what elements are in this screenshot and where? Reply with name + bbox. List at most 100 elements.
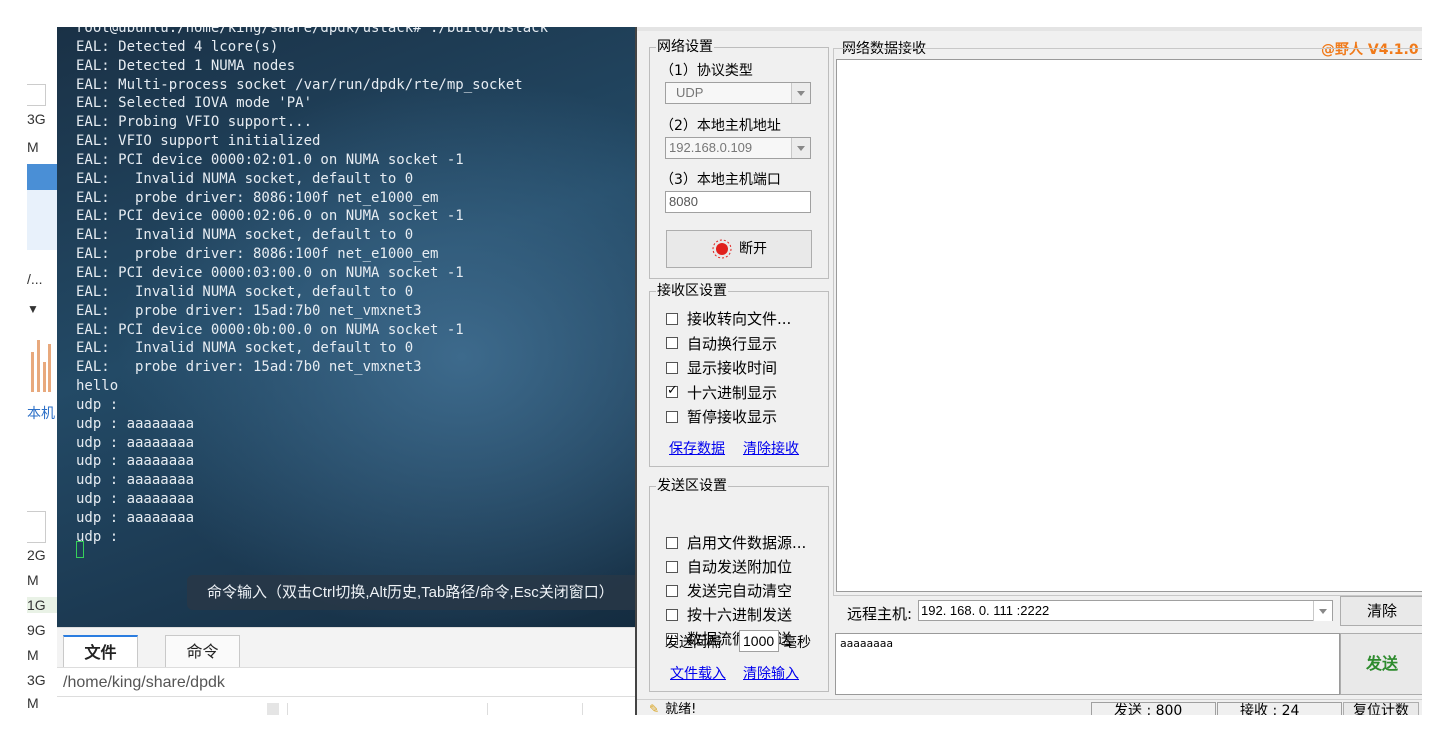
status-ready-text: 就绪!	[665, 702, 697, 716]
receive-textarea[interactable]	[836, 59, 1422, 592]
remote-host-select[interactable]: 192. 168. 0. 111 :2222	[918, 600, 1333, 621]
send-option-checkbox[interactable]: 启用文件数据源...	[666, 532, 806, 553]
strip-label: 3G	[27, 672, 46, 688]
strip-label: 2G	[27, 547, 46, 563]
terminal-line: udp : aaaaaaaa	[76, 415, 195, 432]
terminal-line: udp : aaaaaaaa	[76, 491, 195, 508]
remote-host-value: 192. 168. 0. 111 :2222	[921, 603, 1050, 618]
receive-option-checkbox[interactable]: 接收转向文件...	[666, 308, 791, 329]
clear-receive-link[interactable]: 清除接收	[743, 438, 799, 458]
terminal-line: udp : aaaaaaaa	[76, 434, 195, 451]
terminal-line: EAL: PCI device 0000:02:06.0 on NUMA soc…	[76, 208, 464, 225]
strip-label: M	[27, 139, 39, 155]
chevron-down-icon[interactable]	[1313, 601, 1332, 621]
protocol-label: （1）协议类型	[660, 63, 753, 79]
group-title: 接收区设置	[656, 282, 728, 300]
strip-label: 3G	[27, 111, 46, 127]
send-interval-unit: 毫秒	[783, 635, 811, 651]
strip-selected-row[interactable]	[27, 164, 57, 190]
received-count: 接收 : 24	[1217, 702, 1342, 715]
disconnect-button[interactable]: 断开	[666, 230, 812, 268]
terminal-panel[interactable]: root@ubuntu:/home/king/share/dpdk/ustack…	[57, 27, 635, 627]
status-indicator-icon	[712, 239, 732, 259]
terminal-line: EAL: Probing VFIO support...	[76, 114, 313, 131]
save-data-link[interactable]: 保存数据	[669, 438, 725, 458]
terminal-line: udp :	[76, 396, 119, 413]
send-textarea[interactable]: aaaaaaaa	[835, 633, 1340, 695]
terminal-line: EAL: PCI device 0000:0b:00.0 on NUMA soc…	[76, 321, 464, 338]
disconnect-label: 断开	[739, 241, 767, 257]
scrollbar[interactable]	[267, 703, 279, 715]
status-bar: ✎ 就绪! 发送 : 800 接收 : 24 复位计数	[637, 699, 1422, 715]
send-interval-input[interactable]: 1000	[739, 630, 779, 652]
send-interval-label: 发送间隔	[665, 635, 721, 651]
checkbox-label: 接收转向文件...	[687, 310, 792, 328]
receive-option-checkbox[interactable]: 自动换行显示	[666, 333, 777, 354]
terminal-cursor	[76, 541, 84, 558]
checkbox-box[interactable]	[666, 410, 678, 423]
checkbox-box[interactable]	[666, 560, 678, 573]
chevron-down-icon[interactable]	[791, 138, 810, 158]
checkbox-box[interactable]	[666, 536, 678, 549]
file-list-header	[57, 697, 635, 715]
chevron-down-icon[interactable]: ▼	[27, 302, 57, 316]
local-ip-select[interactable]: 192.168.0.109	[665, 137, 811, 159]
terminal-line: udp : aaaaaaaa	[76, 472, 195, 489]
strip-label: M	[27, 647, 39, 663]
send-option-checkbox[interactable]: 发送完自动清空	[666, 580, 792, 601]
send-button[interactable]: 发送	[1340, 633, 1422, 695]
terminal-line: EAL: Multi-process socket /var/run/dpdk/…	[76, 76, 523, 93]
left-app-strip: 3G M /... ▼ 本机 2G M 1G 9G M 3G M	[27, 27, 57, 715]
protocol-value: UDP	[676, 85, 704, 100]
strip-label: 1G	[27, 597, 57, 613]
strip-field[interactable]	[27, 511, 46, 543]
terminal-line: udp : aaaaaaaa	[76, 453, 195, 470]
receive-option-checkbox[interactable]: 十六进制显示	[666, 382, 777, 403]
checkbox-label: 自动换行显示	[687, 334, 778, 353]
receive-option-checkbox[interactable]: 显示接收时间	[666, 357, 777, 378]
checkbox-label: 启用文件数据源...	[687, 534, 807, 552]
checkbox-box[interactable]	[666, 312, 678, 325]
reset-count-button[interactable]: 复位计数	[1343, 702, 1419, 715]
group-title: 网络设置	[656, 38, 714, 56]
checkbox-box[interactable]	[666, 584, 678, 597]
strip-label: M	[27, 695, 39, 711]
local-port-input[interactable]: 8080	[665, 191, 811, 213]
receive-option-checkbox[interactable]: 暂停接收显示	[666, 406, 777, 427]
checkbox-label: 自动发送附加位	[687, 558, 793, 576]
title-bar	[637, 27, 1422, 31]
network-settings-group: 网络设置 （1）协议类型 UDP （2）本地主机地址 192.168.0.109…	[649, 38, 829, 279]
checkbox-label: 暂停接收显示	[687, 408, 778, 426]
terminal-line: EAL: probe driver: 8086:100f net_e1000_e…	[76, 246, 439, 263]
tab-files[interactable]: 文件	[63, 635, 138, 668]
column-divider	[487, 703, 488, 715]
terminal-line: hello	[76, 378, 119, 395]
chevron-down-icon[interactable]	[791, 83, 810, 103]
receive-settings-group: 接收区设置 接收转向文件...自动换行显示显示接收时间十六进制显示暂停接收显示 …	[649, 282, 829, 467]
terminal-line: EAL: Invalid NUMA socket, default to 0	[76, 340, 414, 357]
clear-input-link[interactable]: 清除输入	[743, 663, 799, 683]
tab-commands[interactable]: 命令	[165, 635, 240, 668]
column-divider	[287, 703, 288, 715]
load-file-link[interactable]: 文件载入	[670, 663, 726, 683]
clear-button[interactable]: 清除	[1340, 596, 1422, 626]
strip-field[interactable]	[27, 84, 46, 106]
send-settings-group: 发送区设置 启用文件数据源...自动发送附加位发送完自动清空按十六进制发送数据流…	[649, 477, 829, 692]
send-option-checkbox[interactable]: 按十六进制发送	[666, 604, 792, 625]
checkbox-box[interactable]	[666, 608, 678, 621]
checkbox-box[interactable]	[666, 383, 678, 398]
sent-count: 发送 : 800	[1091, 702, 1216, 715]
mini-bar-chart	[31, 337, 51, 392]
path-field[interactable]: /home/king/share/dpdk	[57, 667, 635, 697]
terminal-output: root@ubuntu:/home/king/share/dpdk/ustack…	[76, 27, 548, 547]
terminal-line: EAL: Invalid NUMA socket, default to 0	[76, 283, 414, 300]
terminal-line: EAL: Selected IOVA mode 'PA'	[76, 95, 313, 112]
protocol-select[interactable]: UDP	[665, 82, 811, 104]
checkbox-box[interactable]	[666, 361, 678, 374]
local-ip-value: 192.168.0.109	[669, 140, 753, 155]
terminal-line: EAL: probe driver: 15ad:7b0 net_vmxnet3	[76, 302, 422, 319]
checkbox-box[interactable]	[666, 337, 678, 349]
command-input-hint[interactable]: 命令输入（双击Ctrl切换,Alt历史,Tab路径/命令,Esc关闭窗口）	[187, 575, 635, 610]
strip-row[interactable]	[27, 190, 57, 250]
send-option-checkbox[interactable]: 自动发送附加位	[666, 556, 792, 577]
